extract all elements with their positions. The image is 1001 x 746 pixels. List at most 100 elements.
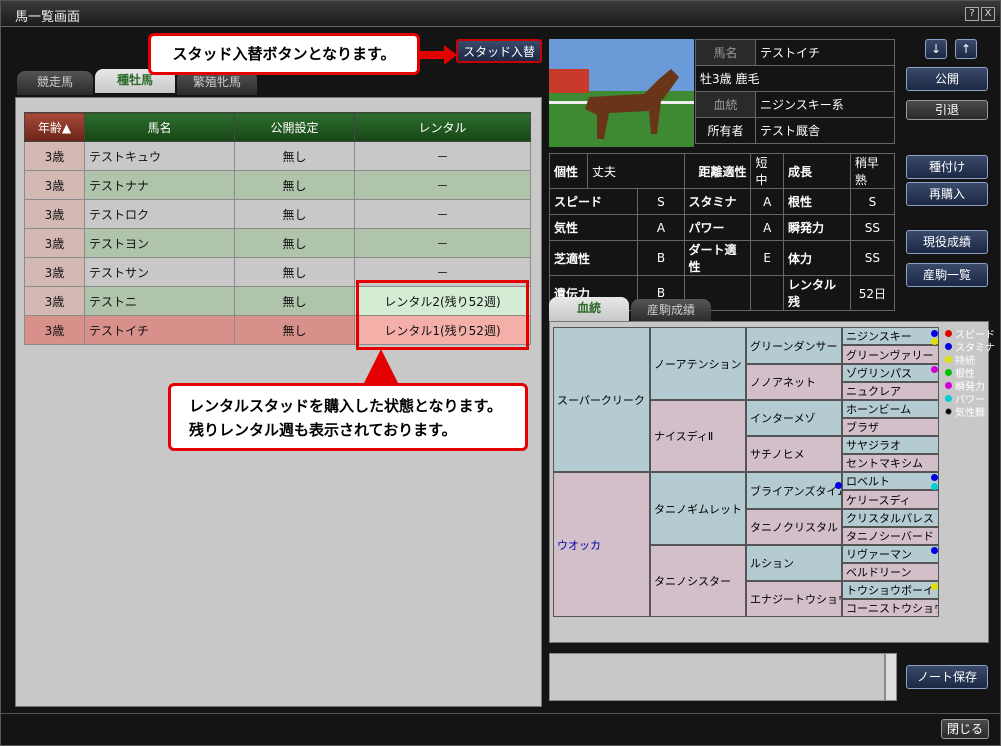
- cell-age: 3歳: [24, 170, 85, 200]
- pedigree-g3: エナジートウショウ: [746, 581, 842, 617]
- cell-name: テストナナ: [84, 170, 235, 200]
- stat-value: SS: [849, 240, 896, 276]
- note-save-button[interactable]: ノート保存: [906, 665, 988, 689]
- factor-power-icon: [931, 483, 938, 490]
- cell-name: テストロク: [84, 199, 235, 229]
- pedigree-g2: ノーアテンション: [650, 327, 746, 400]
- stat-value: 52日: [849, 275, 896, 311]
- pedigree-g4: ケリースディ: [842, 490, 939, 509]
- cell-public: 無し: [234, 286, 355, 316]
- tab-racehorse[interactable]: 競走馬: [17, 71, 93, 95]
- name-label: 馬名: [695, 39, 756, 66]
- pedigree-g4: グリーンヴァリー: [842, 345, 939, 364]
- cell-name: テストヨン: [84, 228, 235, 258]
- stat-value: B: [637, 240, 685, 276]
- stat-value: 稍早熟: [849, 153, 896, 189]
- stat-label: スタミナ: [683, 188, 752, 215]
- career-results-button[interactable]: 現役成績: [906, 230, 988, 254]
- stat-value: E: [750, 240, 784, 276]
- callout-stud-swap: スタッド入替ボタンとなります。: [148, 33, 420, 75]
- factor-burst-icon: [931, 366, 938, 373]
- offspring-list-button[interactable]: 産駒一覧: [906, 263, 988, 287]
- rebuy-button[interactable]: 再購入: [906, 182, 988, 206]
- cell-rental: －: [354, 170, 531, 200]
- factor-stamina-icon: [931, 474, 938, 481]
- table-row[interactable]: 3歳 テストナナ 無し－: [24, 170, 531, 200]
- cell-age: 3歳: [24, 257, 85, 287]
- cell-public: 無し: [234, 141, 355, 171]
- stat-value: S: [849, 188, 896, 215]
- factor-legend: スピード スタミナ 持続 根性 瞬発力 パワー 気性難: [945, 327, 995, 419]
- pedigree-g4: サヤジラオ: [842, 436, 939, 454]
- callout-rental: レンタルスタッドを購入した状態となります。 残りレンタル週も表示されております。: [168, 383, 528, 451]
- pedigree-g4: リヴァーマン: [842, 545, 939, 563]
- factor-stamina-icon: [835, 482, 842, 489]
- line-label: 血統: [695, 91, 756, 118]
- pedigree-sire: スーパークリーク: [553, 327, 650, 472]
- cell-age: 3歳: [24, 199, 85, 229]
- breed-button[interactable]: 種付け: [906, 155, 988, 179]
- stat-value: SS: [849, 214, 896, 241]
- pedigree-g2: タニノギムレット: [650, 472, 746, 545]
- move-up-button[interactable]: ↑: [955, 39, 977, 59]
- column-public[interactable]: 公開設定: [234, 112, 355, 142]
- stat-value: 丈夫: [587, 153, 685, 189]
- table-row[interactable]: 3歳 テストキュウ 無し－: [24, 141, 531, 171]
- cell-rental: －: [354, 228, 531, 258]
- stud-swap-button[interactable]: スタッド入替: [456, 39, 542, 63]
- tab-offspring-results[interactable]: 産駒成績: [631, 299, 711, 323]
- cell-name: テストサン: [84, 257, 235, 287]
- public-button[interactable]: 公開: [906, 67, 988, 91]
- table-row[interactable]: 3歳 テストロク 無し－: [24, 199, 531, 229]
- retire-button[interactable]: 引退: [906, 100, 988, 120]
- close-icon[interactable]: X: [981, 7, 995, 21]
- stat-label: パワー: [683, 214, 752, 241]
- stat-label: 芝適性: [548, 240, 639, 276]
- close-button[interactable]: 閉じる: [941, 719, 989, 739]
- horse-line: ニジンスキー系: [755, 91, 895, 118]
- stat-label: 個性: [549, 153, 588, 189]
- column-rental[interactable]: レンタル: [354, 112, 531, 142]
- column-name[interactable]: 馬名: [84, 112, 235, 142]
- move-down-button[interactable]: ↓: [925, 39, 947, 59]
- legend-label: 気性難: [955, 408, 985, 419]
- stats-table: 個性 丈夫 距離適性 短中 成長 稍早熟 スピード S スタミナ A 根性 S 気性 A パワー A 瞬発力…: [548, 153, 896, 311]
- footer-divider: [1, 713, 1000, 714]
- legend-dot-icon: [945, 382, 952, 389]
- pedigree-g4: コーニストウショウ: [842, 599, 939, 617]
- table-row[interactable]: 3歳 テストヨン 無し－: [24, 228, 531, 258]
- legend-temper: 気性難: [945, 405, 995, 419]
- rental-highlight-box: [356, 280, 529, 350]
- stat-value: A: [750, 188, 784, 215]
- stat-label: 体力: [782, 240, 851, 276]
- callout-rental-line2: 残りレンタル週も表示されております。: [189, 421, 457, 439]
- tab-pedigree[interactable]: 血統: [549, 297, 629, 321]
- cell-public: 無し: [234, 199, 355, 229]
- legend-dot-icon: [945, 343, 952, 350]
- column-age[interactable]: 年齢▲: [24, 112, 85, 142]
- pedigree-g2: ナイスディⅡ: [650, 400, 746, 472]
- pedigree-g4: タニノシーバード: [842, 527, 939, 545]
- stat-value: A: [750, 214, 784, 241]
- pedigree-g3: ルション: [746, 545, 842, 581]
- legend-dot-icon: [945, 395, 952, 402]
- cell-age: 3歳: [24, 141, 85, 171]
- legend-dot-icon: [945, 330, 952, 337]
- cell-public: 無し: [234, 315, 355, 345]
- horse-name: テストイチ: [755, 39, 895, 66]
- help-button[interactable]: ?: [965, 7, 979, 21]
- stat-value: S: [637, 188, 685, 215]
- cell-name: テストニ: [84, 286, 235, 316]
- horse-image: [549, 39, 694, 147]
- note-scrollbar[interactable]: [885, 653, 897, 701]
- pedigree-g4: ニュクレア: [842, 382, 939, 400]
- pedigree-dam: ウオッカ: [553, 472, 650, 617]
- owner-label: 所有者: [695, 117, 756, 144]
- main-window: 馬一覧画面 ? X 競走馬 種牡馬 繁殖牝馬 スタッド入替 年齢▲ 馬名 公開設…: [0, 0, 1001, 746]
- stat-label: ダート適性: [683, 240, 752, 276]
- cell-public: 無し: [234, 170, 355, 200]
- pedigree-g2: タニノシスター: [650, 545, 746, 617]
- note-textarea[interactable]: [549, 653, 885, 701]
- callout-rental-line1: レンタルスタッドを購入した状態となります。: [189, 397, 503, 415]
- legend-dot-icon: [945, 356, 952, 363]
